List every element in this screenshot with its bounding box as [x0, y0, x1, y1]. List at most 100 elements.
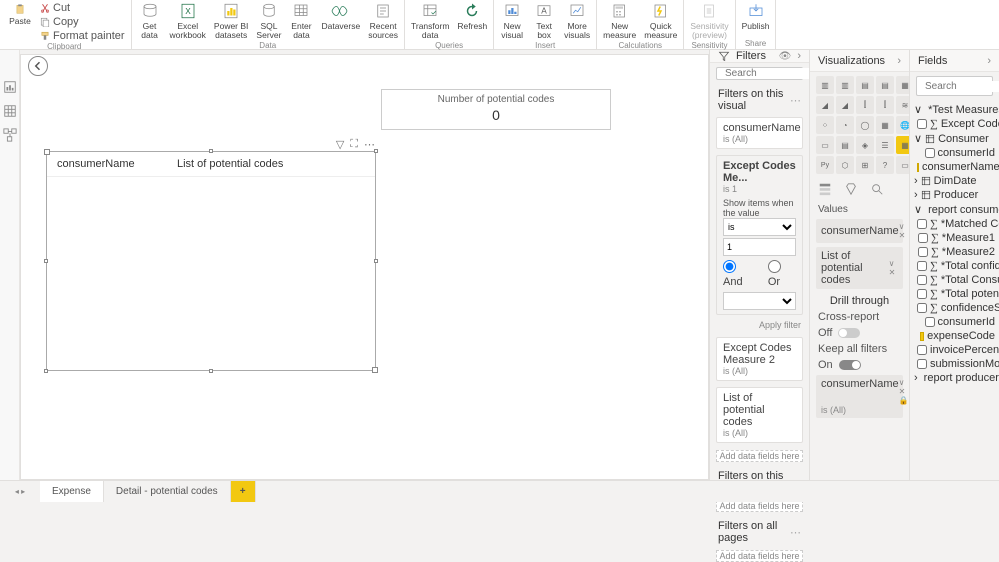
add-page-button[interactable]: + [231, 481, 256, 502]
field-node[interactable]: ∑confidenceScore [914, 301, 995, 315]
recent-sources-button[interactable]: Recent sources [364, 0, 402, 41]
filter-card[interactable]: Except Codes Measure 2is (All) [716, 337, 803, 381]
table-node[interactable]: ›DimDate [914, 174, 995, 188]
model-view-icon[interactable] [3, 128, 17, 142]
add-fields-well[interactable]: Add data fields here [716, 450, 803, 462]
copy-button[interactable]: Copy [40, 16, 125, 28]
operator-select[interactable]: is [723, 218, 796, 236]
field-node[interactable]: ∑Except Codes Me... [914, 117, 995, 131]
table-node[interactable]: ›Producer [914, 188, 995, 202]
search-input[interactable] [925, 81, 999, 92]
quick-measure-button[interactable]: Quick measure [640, 0, 681, 41]
table-visual-selected[interactable]: ▽ ⛶ ⋯ consumerName List of potential cod… [46, 151, 376, 371]
card-visual[interactable]: Number of potential codes 0 [381, 89, 611, 130]
report-view-icon[interactable] [3, 80, 17, 94]
field-node[interactable]: ∑*Total confidence... [914, 259, 995, 273]
tab-detail-potential-codes[interactable]: Detail - potential codes [104, 481, 231, 502]
field-node[interactable]: ∑*Matched Column [914, 217, 995, 231]
back-button[interactable] [28, 56, 48, 76]
new-measure-button[interactable]: New measure [599, 0, 640, 41]
filters-search[interactable] [716, 67, 803, 80]
field-node[interactable]: ∑*Measure1 [914, 231, 995, 245]
viz-pie[interactable]: ◔ [836, 116, 854, 134]
text-box-button[interactable]: AText box [528, 0, 560, 41]
more-visuals-button[interactable]: More visuals [560, 0, 594, 41]
table-node[interactable]: ∨*Test Measures [914, 102, 995, 117]
get-data-button[interactable]: Get data [134, 0, 166, 41]
publish-button[interactable]: Publish [738, 0, 774, 39]
field-node[interactable]: submissionMonth [914, 357, 995, 371]
eye-icon[interactable]: 👁 [779, 51, 792, 62]
excel-button[interactable]: XExcel workbook [166, 0, 210, 41]
cross-report-toggle[interactable] [838, 328, 860, 338]
filter-card[interactable]: List of potential codesis (All) [716, 387, 803, 443]
filter-icon[interactable]: ▽ [336, 138, 344, 151]
report-canvas[interactable]: Number of potential codes 0 ▽ ⛶ ⋯ consum… [20, 54, 709, 480]
and-radio[interactable]: And [723, 260, 758, 288]
filter-card-expanded[interactable]: Except Codes Me...is 1 Show items when t… [716, 155, 803, 315]
filter-card[interactable]: consumerNameis (All) [716, 117, 803, 149]
tab-expense[interactable]: Expense [40, 481, 104, 502]
field-node[interactable]: consumerName [914, 160, 995, 174]
field-node[interactable]: expenseCode [914, 329, 995, 343]
viz-area[interactable]: ◢ [816, 96, 834, 114]
field-well-item[interactable]: List of potential codes∨ ✕ [816, 247, 903, 289]
viz-card[interactable]: ▭ [816, 136, 834, 154]
dataverse-button[interactable]: Dataverse [317, 0, 364, 41]
field-well-item[interactable]: consumerName∨ ✕ [816, 219, 903, 243]
viz-key-influencers[interactable]: ⬡ [836, 156, 854, 174]
chevron-right-icon[interactable]: › [797, 50, 801, 62]
viz-kpi[interactable]: ◈ [856, 136, 874, 154]
table-node[interactable]: ∨report consumerExpens... [914, 202, 995, 217]
viz-slicer[interactable]: ☰ [876, 136, 894, 154]
table-node[interactable]: ›report producerConsu... [914, 371, 995, 385]
value-input[interactable] [723, 238, 796, 256]
or-radio[interactable]: Or [768, 260, 796, 288]
sql-server-button[interactable]: SQL Server [252, 0, 285, 41]
operator-select-2[interactable] [723, 292, 796, 310]
analytics-tab-icon[interactable] [870, 182, 884, 196]
new-visual-button[interactable]: New visual [496, 0, 528, 41]
field-node[interactable]: invoicePercentage [914, 343, 995, 357]
fields-tab-icon[interactable] [818, 182, 832, 196]
viz-line-col[interactable]: ⫿ [856, 96, 874, 114]
viz-treemap[interactable]: ▦ [876, 116, 894, 134]
cut-button[interactable]: Cut [40, 2, 125, 14]
field-node[interactable]: consumerId [914, 146, 995, 160]
pbi-datasets-button[interactable]: Power BI datasets [210, 0, 253, 41]
viz-stacked-area[interactable]: ◢ [836, 96, 854, 114]
format-tab-icon[interactable] [844, 182, 858, 196]
paste-button[interactable]: Paste [4, 2, 36, 26]
viz-stacked-bar[interactable]: ▥ [816, 76, 834, 94]
enter-data-button[interactable]: Enter data [285, 0, 317, 41]
viz-decomp[interactable]: ⊞ [856, 156, 874, 174]
focus-icon[interactable]: ⛶ [350, 138, 358, 151]
viz-clustered-bar[interactable]: ▤ [856, 76, 874, 94]
refresh-button[interactable]: Refresh [453, 0, 491, 41]
table-node[interactable]: ∨Consumer [914, 131, 995, 146]
keep-filters-toggle[interactable] [839, 360, 861, 370]
chevron-right-icon[interactable]: › [987, 55, 991, 67]
viz-multirow[interactable]: ▤ [836, 136, 854, 154]
viz-scatter[interactable]: ⁘ [816, 116, 834, 134]
drill-field-item[interactable]: consumerName∨ ✕ 🔒is (All) [816, 375, 903, 418]
tab-nav[interactable]: ◂ ▸ [0, 481, 40, 502]
viz-clustered-col[interactable]: ▤ [876, 76, 894, 94]
data-view-icon[interactable] [3, 104, 17, 118]
column-header[interactable]: List of potential codes [177, 158, 283, 170]
viz-donut[interactable]: ◯ [856, 116, 874, 134]
fields-search[interactable] [916, 76, 993, 96]
column-header[interactable]: consumerName [57, 158, 177, 170]
viz-stacked-col[interactable]: ▥ [836, 76, 854, 94]
apply-filter-link[interactable]: Apply filter [710, 318, 809, 334]
field-node[interactable]: ∑*Total ConsumerE... [914, 273, 995, 287]
add-fields-well[interactable]: Add data fields here [716, 550, 803, 562]
viz-qa[interactable]: ? [876, 156, 894, 174]
field-node[interactable]: consumerId [914, 315, 995, 329]
more-icon[interactable]: ⋯ [790, 94, 801, 107]
format-painter-button[interactable]: Format painter [40, 30, 125, 42]
viz-line-col2[interactable]: ⫿ [876, 96, 894, 114]
field-node[interactable]: ∑*Measure2 [914, 245, 995, 259]
transform-data-button[interactable]: Transform data [407, 0, 453, 41]
field-node[interactable]: ∑*Total potentialEx... [914, 287, 995, 301]
